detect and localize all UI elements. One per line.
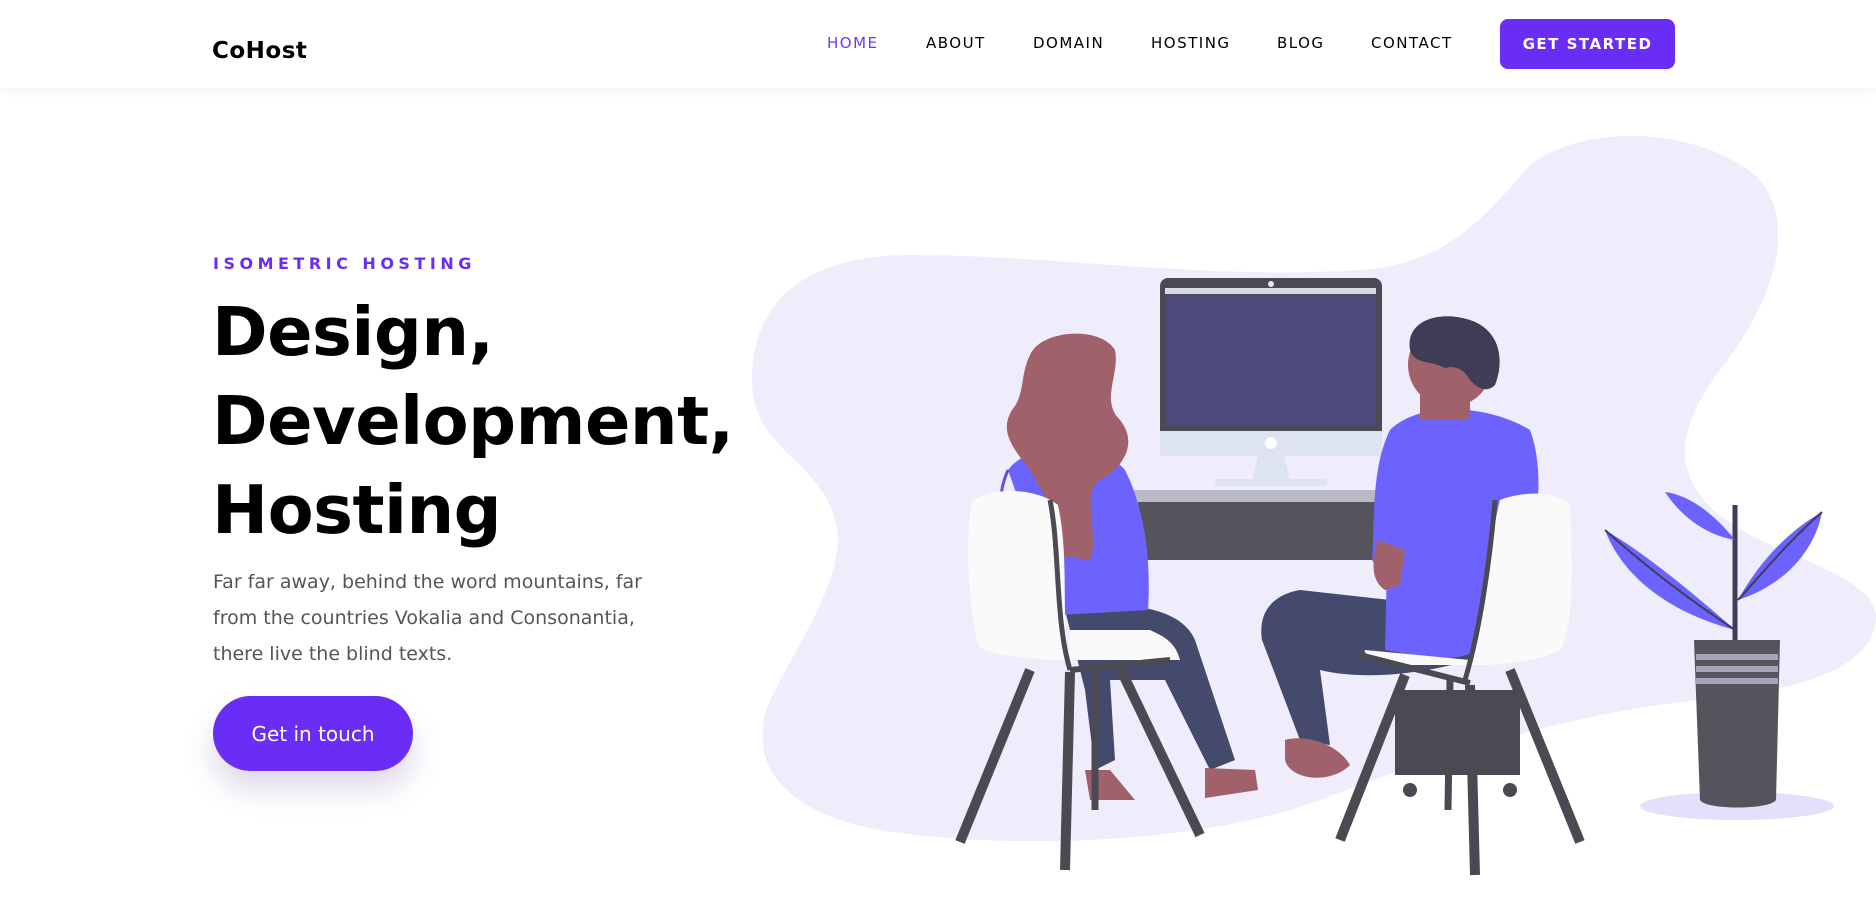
hero-eyebrow: ISOMETRIC HOSTING: [213, 254, 476, 273]
get-started-button[interactable]: GET STARTED: [1500, 19, 1675, 69]
monitor: [1160, 278, 1382, 486]
description-line: there live the blind texts.: [213, 643, 453, 665]
nav-link-domain[interactable]: DOMAIN: [1033, 34, 1104, 52]
headline-line: Development,: [212, 382, 734, 460]
brand-logo[interactable]: CoHost: [212, 38, 307, 64]
nav-link-hosting[interactable]: HOSTING: [1151, 34, 1231, 52]
description-line: from the countries Vokalia and Consonant…: [213, 607, 635, 629]
nav-link-about[interactable]: ABOUT: [926, 34, 986, 52]
two-people-at-computer-illustration-icon: [752, 135, 1876, 876]
description-line: Far far away, behind the word mountains,…: [213, 571, 642, 593]
computer-tower: [1395, 690, 1525, 797]
nav-link-contact[interactable]: CONTACT: [1371, 34, 1453, 52]
nav-link-blog[interactable]: BLOG: [1277, 34, 1325, 52]
nav-link-home[interactable]: HOME: [827, 34, 879, 52]
headline-line: Hosting: [212, 471, 502, 549]
hero-description: Far far away, behind the word mountains,…: [213, 564, 693, 672]
hero-headline: Design, Development, Hosting: [212, 288, 772, 555]
get-in-touch-button[interactable]: Get in touch: [213, 696, 413, 771]
navbar: CoHost HOME ABOUT DOMAIN HOSTING BLOG CO…: [0, 0, 1876, 88]
hero-illustration: [740, 130, 1876, 907]
headline-line: Design,: [212, 293, 494, 371]
